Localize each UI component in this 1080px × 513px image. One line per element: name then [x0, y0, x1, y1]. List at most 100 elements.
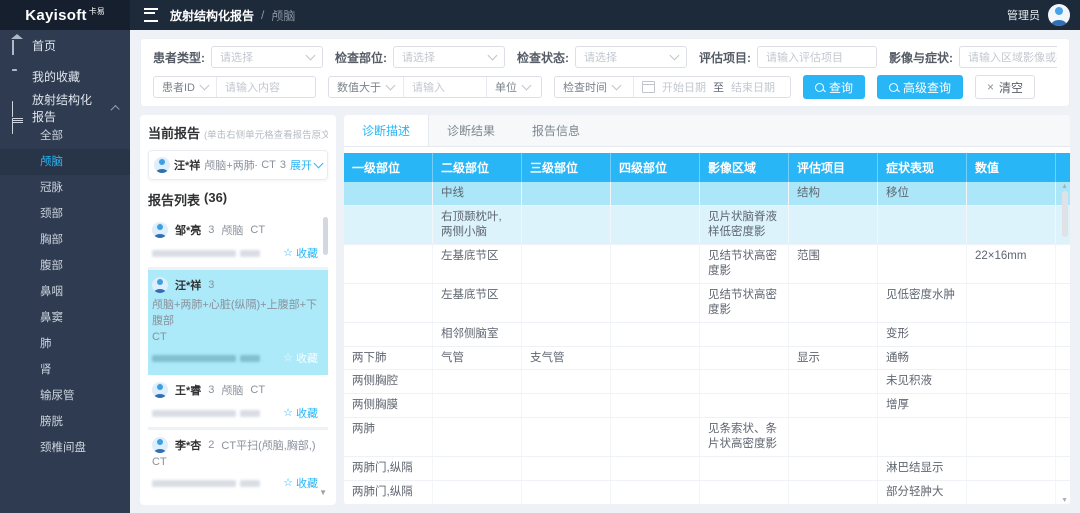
scroll-down-icon[interactable]: ▼ [1061, 497, 1068, 504]
table-cell[interactable]: 两肺门,纵隔 [344, 481, 433, 504]
user-avatar[interactable] [1048, 4, 1070, 26]
table-cell[interactable] [522, 481, 611, 504]
table-cell[interactable]: 结构 [789, 182, 878, 205]
unit-select[interactable]: 单位 [486, 77, 541, 97]
table-cell[interactable]: 两侧胸膜 [344, 394, 433, 417]
list-item[interactable]: 邹*亮3颅脑CT☆收藏 [148, 215, 328, 270]
tab-0[interactable]: 诊断描述 [344, 115, 429, 146]
time-type-select[interactable]: 检查时间 [555, 77, 633, 97]
table-cell[interactable] [967, 347, 1056, 370]
table-cell[interactable] [789, 394, 878, 417]
table-cell[interactable] [522, 370, 611, 393]
sidebar-item-home[interactable]: 首页 [0, 30, 130, 61]
list-item[interactable]: 王*睿3颅脑CT☆收藏 [148, 375, 328, 430]
sidebar-subitem-9[interactable]: 肾 [0, 357, 130, 383]
table-cell[interactable] [522, 182, 611, 205]
table-cell[interactable] [967, 481, 1056, 504]
filter-input[interactable]: 请输入评估项目 [757, 46, 877, 68]
sidebar-item-structured-reports[interactable]: 放射结构化报告 [0, 92, 130, 123]
table-cell[interactable]: 部分轻肿大 [878, 481, 967, 504]
scrollbar-thumb[interactable] [323, 217, 328, 255]
table-cell[interactable] [611, 206, 700, 244]
table-cell[interactable]: 气管 [433, 347, 522, 370]
table-cell[interactable] [878, 418, 967, 456]
table-cell[interactable] [700, 370, 789, 393]
table-cell[interactable] [611, 418, 700, 456]
table-cell[interactable]: 两侧胸腔 [344, 370, 433, 393]
table-cell[interactable]: 未见积液 [878, 370, 967, 393]
table-cell[interactable] [967, 370, 1056, 393]
favorite-button[interactable]: ☆收藏 [283, 475, 318, 491]
list-item[interactable]: 汪*祥3颅脑+两肺+心脏(纵隔)+上腹部+下腹部CT☆收藏 [148, 270, 328, 375]
table-cell[interactable] [967, 418, 1056, 456]
table-cell[interactable] [344, 206, 433, 244]
table-cell[interactable] [789, 370, 878, 393]
table-cell[interactable] [700, 481, 789, 504]
table-cell[interactable] [344, 323, 433, 346]
table-cell[interactable] [522, 284, 611, 322]
table-cell[interactable] [789, 457, 878, 480]
table-cell[interactable] [522, 323, 611, 346]
table-cell[interactable] [611, 323, 700, 346]
table-cell[interactable] [433, 457, 522, 480]
current-report-card[interactable]: 汪*祥 颅脑+两肺+心... CT 3 展开 [148, 150, 328, 180]
table-cell[interactable]: 通畅 [878, 347, 967, 370]
table-cell[interactable] [789, 418, 878, 456]
table-cell[interactable] [700, 182, 789, 205]
filter-select[interactable]: 请选择 [393, 46, 505, 68]
scroll-down-icon[interactable]: ▼ [319, 489, 327, 497]
favorite-button[interactable]: ☆收藏 [283, 405, 318, 421]
patient-id-select[interactable]: 患者ID [154, 77, 216, 97]
favorite-button[interactable]: ☆收藏 [283, 350, 318, 366]
value-compare-select[interactable]: 数值大于 [329, 77, 403, 97]
table-cell[interactable] [522, 245, 611, 283]
table-cell[interactable] [611, 347, 700, 370]
table-cell[interactable]: 范围 [789, 245, 878, 283]
table-cell[interactable] [967, 182, 1056, 205]
filter-select[interactable]: 请选择 [575, 46, 687, 68]
table-cell[interactable] [789, 481, 878, 504]
scroll-up-icon[interactable]: ▲ [1061, 183, 1068, 190]
table-cell[interactable] [878, 245, 967, 283]
table-cell[interactable] [611, 370, 700, 393]
table-cell[interactable] [344, 245, 433, 283]
advanced-query-button[interactable]: 高级查询 [877, 75, 963, 99]
query-button[interactable]: 查询 [803, 75, 865, 99]
table-cell[interactable]: 左基底节区 [433, 245, 522, 283]
table-cell[interactable]: 两肺 [344, 418, 433, 456]
table-cell[interactable] [611, 481, 700, 504]
sidebar-subitem-0[interactable]: 全部 [0, 123, 130, 149]
table-cell[interactable] [789, 206, 878, 244]
table-cell[interactable]: 变形 [878, 323, 967, 346]
patient-id-input[interactable]: 请输入内容 [216, 77, 315, 97]
table-cell[interactable] [611, 284, 700, 322]
table-cell[interactable] [611, 245, 700, 283]
table-cell[interactable] [522, 457, 611, 480]
table-cell[interactable] [967, 457, 1056, 480]
table-cell[interactable] [700, 323, 789, 346]
table-cell[interactable]: 增厚 [878, 394, 967, 417]
sidebar-subitem-12[interactable]: 颈椎间盘 [0, 435, 130, 461]
date-range-picker[interactable]: 开始日期 至 结束日期 [633, 77, 790, 97]
table-cell[interactable]: 见低密度水肿 [878, 284, 967, 322]
sidebar-subitem-10[interactable]: 输尿管 [0, 383, 130, 409]
table-cell[interactable]: 见片状脑脊液样低密度影 [700, 206, 789, 244]
table-cell[interactable]: 见条索状、条片状高密度影 [700, 418, 789, 456]
sidebar-subitem-8[interactable]: 肺 [0, 331, 130, 357]
table-cell[interactable] [611, 457, 700, 480]
table-cell[interactable] [433, 370, 522, 393]
table-cell[interactable] [967, 323, 1056, 346]
sidebar-item-favorites[interactable]: 我的收藏 [0, 61, 130, 92]
table-cell[interactable]: 右顶颞枕叶,两侧小脑 [433, 206, 522, 244]
table-cell[interactable] [433, 418, 522, 456]
table-cell[interactable] [433, 481, 522, 504]
table-cell[interactable] [700, 457, 789, 480]
sidebar-subitem-5[interactable]: 腹部 [0, 253, 130, 279]
table-cell[interactable] [522, 206, 611, 244]
sidebar-subitem-6[interactable]: 鼻咽 [0, 279, 130, 305]
sidebar-subitem-2[interactable]: 冠脉 [0, 175, 130, 201]
tab-1[interactable]: 诊断结果 [429, 115, 514, 146]
sidebar-subitem-3[interactable]: 颈部 [0, 201, 130, 227]
sidebar-subitem-4[interactable]: 胸部 [0, 227, 130, 253]
table-cell[interactable]: 两肺门,纵隔 [344, 457, 433, 480]
